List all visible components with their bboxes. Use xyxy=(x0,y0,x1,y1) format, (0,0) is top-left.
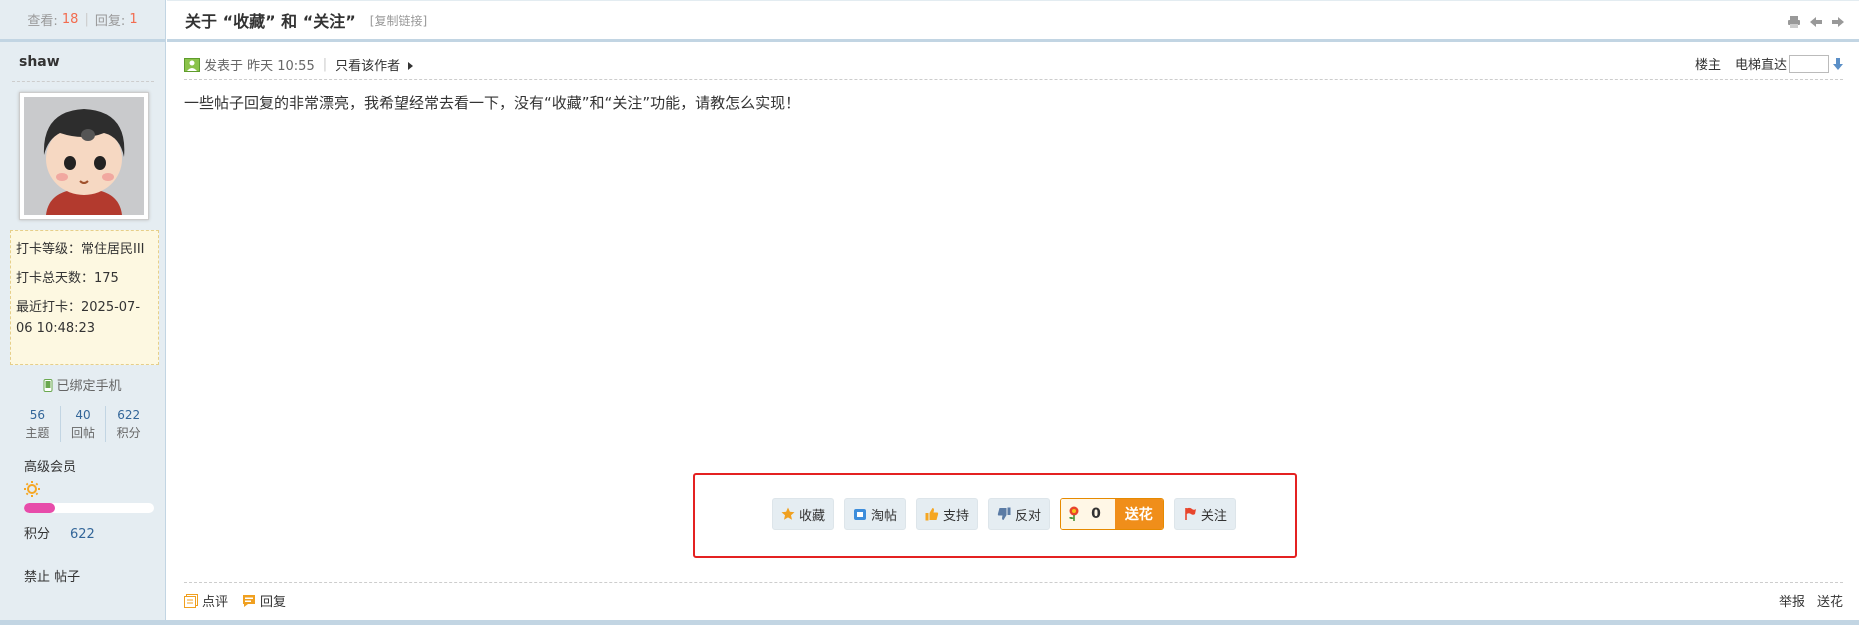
favorite-label[interactable]: 收藏 xyxy=(799,505,825,524)
next-thread-icon[interactable] xyxy=(1831,15,1845,29)
author-only-label[interactable]: 只看该作者 xyxy=(335,59,400,74)
star-icon xyxy=(781,507,795,520)
oppose-button[interactable]: 反对 xyxy=(988,498,1051,530)
checkin-last: 最近打卡：2025-07-06 10:48:23 xyxy=(16,300,141,336)
favorite-button[interactable]: 收藏 xyxy=(772,498,835,530)
comment-icon xyxy=(184,593,198,608)
count-points-label[interactable]: 积分 xyxy=(106,424,151,442)
score-label: 积分 xyxy=(24,527,51,542)
user-group[interactable]: 高级会员 xyxy=(24,456,165,475)
level-progress-fill xyxy=(24,503,56,513)
copy-link-button[interactable]: [复制链接] xyxy=(370,12,427,29)
footer-right: 举报 送花 xyxy=(1779,591,1843,610)
reply-icon xyxy=(243,594,256,607)
comment-button[interactable]: 点评 xyxy=(184,591,228,610)
author-only-link[interactable]: 只看该作者 xyxy=(335,55,414,74)
oppose-label[interactable]: 反对 xyxy=(1015,505,1041,524)
header-divider: | xyxy=(322,57,328,72)
count-points[interactable]: 622 积分 xyxy=(106,406,151,442)
checkin-level: 打卡等级：常住居民III xyxy=(16,242,145,257)
triangle-right-icon xyxy=(408,62,414,70)
thread-title-bar: 关于 “收藏” 和 “关注” [复制链接] xyxy=(167,0,1859,42)
user-counts: 56 主题 40 回帖 622 积分 xyxy=(15,406,151,442)
avatar-image[interactable] xyxy=(24,97,144,215)
checkin-info: 打卡等级：常住居民III 打卡总天数：175 最近打卡：2025-07-06 1… xyxy=(10,230,159,365)
count-topics[interactable]: 56 主题 xyxy=(15,406,61,442)
flower-icon xyxy=(1069,506,1079,521)
checkin-total-days: 打卡总天数：175 xyxy=(16,271,119,286)
flower-count: 0 xyxy=(1091,506,1101,522)
taotie-icon xyxy=(854,509,867,520)
comment-label[interactable]: 点评 xyxy=(202,591,228,610)
reply-label[interactable]: 回复 xyxy=(260,591,286,610)
taotie-label[interactable]: 淘帖 xyxy=(871,505,897,524)
arrow-down-icon[interactable] xyxy=(1833,57,1843,70)
count-posts-label[interactable]: 回帖 xyxy=(61,424,106,442)
count-topics-label[interactable]: 主题 xyxy=(15,424,60,442)
online-status-icon xyxy=(184,57,200,72)
post-header: 发表于 昨天 10:55 | 只看该作者 楼主 电梯直达 xyxy=(184,50,1843,80)
support-label[interactable]: 支持 xyxy=(943,505,969,524)
username-text[interactable]: shaw xyxy=(19,54,60,70)
views-label: 查看: xyxy=(27,14,58,29)
thread-stats: 查看: 18 | 回复: 1 xyxy=(0,0,165,42)
username[interactable]: shaw xyxy=(12,42,154,82)
phone-bound-label: 已绑定手机 xyxy=(56,379,122,394)
stats-divider: | xyxy=(84,12,89,27)
views-count: 18 xyxy=(61,12,79,27)
user-score: 积分 622 xyxy=(24,523,165,542)
score-value[interactable]: 622 xyxy=(70,527,95,542)
elevator-input[interactable] xyxy=(1789,54,1829,73)
send-flower-link[interactable]: 送花 xyxy=(1817,591,1843,610)
bottom-divider xyxy=(0,620,1859,625)
support-button[interactable]: 支持 xyxy=(916,498,979,530)
post-content: 一些帖子回复的非常漂亮，我希望经常去看一下，没有“收藏”和“关注”功能，请教怎么… xyxy=(184,94,801,112)
follow-label[interactable]: 关注 xyxy=(1201,505,1227,524)
floor-label: 楼主 xyxy=(1694,58,1721,73)
prev-thread-icon[interactable] xyxy=(1809,15,1823,29)
replies-label: 回复: xyxy=(94,14,126,29)
follow-button[interactable]: 关注 xyxy=(1173,498,1236,530)
send-flower-button[interactable]: 送花 xyxy=(1114,499,1163,529)
post-header-right: 楼主 电梯直达 xyxy=(1695,54,1843,73)
count-posts[interactable]: 40 回帖 xyxy=(61,406,107,442)
report-link[interactable]: 举报 xyxy=(1779,591,1805,610)
count-posts-value[interactable]: 40 xyxy=(61,406,106,424)
count-points-value[interactable]: 622 xyxy=(106,406,151,424)
send-flower-widget[interactable]: 0 送花 xyxy=(1060,498,1164,530)
elevator-label: 电梯直达 xyxy=(1734,58,1787,73)
phone-bound-badge: 已绑定手机 xyxy=(0,375,165,394)
phone-icon xyxy=(43,379,53,392)
avatar[interactable] xyxy=(19,92,149,220)
thumbs-up-icon xyxy=(925,508,939,521)
taotie-button[interactable]: 淘帖 xyxy=(844,498,907,530)
print-icon[interactable] xyxy=(1787,15,1801,29)
post-actions: 收藏 淘帖 支持 反对 0 送花 关注 xyxy=(772,498,1236,530)
sun-level-icon xyxy=(24,481,40,497)
title-tools xyxy=(1787,15,1845,29)
avatar-cartoon-icon xyxy=(24,97,144,215)
reply-button[interactable]: 回复 xyxy=(242,591,286,610)
flag-icon xyxy=(1185,507,1196,520)
count-topics-value[interactable]: 56 xyxy=(15,406,60,424)
thread-title: 关于 “收藏” 和 “关注” xyxy=(185,12,356,31)
level-progress-bar xyxy=(24,503,154,513)
post-footer: 点评 回复 举报 送花 xyxy=(184,582,1843,618)
flower-count-area[interactable]: 0 xyxy=(1061,499,1115,529)
post-published-time: 发表于 昨天 10:55 xyxy=(204,59,315,74)
replies-count: 1 xyxy=(129,12,138,27)
author-sidebar: 查看: 18 | 回复: 1 shaw 打卡等级：常住居民III 打卡总天数：1… xyxy=(0,0,166,625)
ban-post-link[interactable]: 禁止 帖子 xyxy=(24,566,165,585)
thumbs-down-icon xyxy=(997,507,1011,520)
